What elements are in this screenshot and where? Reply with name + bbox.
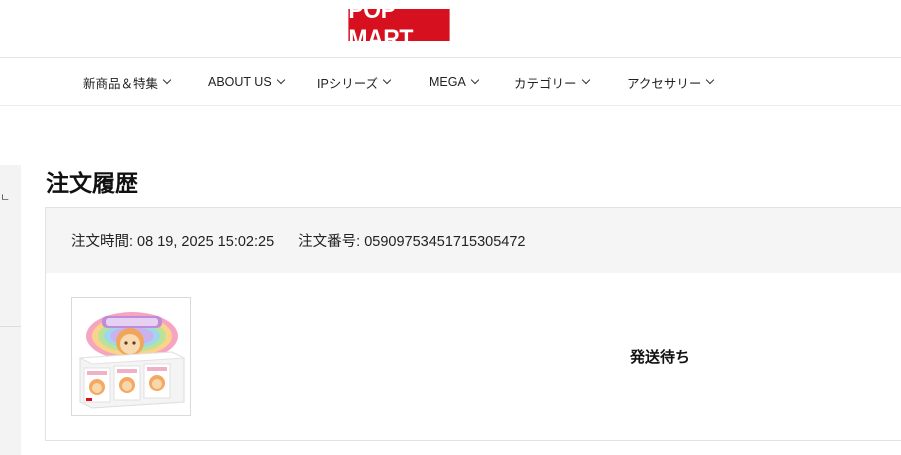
nav-item-new-features[interactable]: 新商品＆特集 (83, 58, 172, 106)
nav-item-label: ABOUT US (208, 75, 272, 89)
nav-item-category[interactable]: カテゴリー (514, 58, 590, 106)
chevron-down-icon (706, 75, 715, 85)
main-nav: 新商品＆特集 ABOUT US IPシリーズ MEGA カテゴリー アクセサリー (0, 58, 901, 106)
order-status: 発送待ち (630, 349, 691, 366)
nav-item-mega[interactable]: MEGA (429, 58, 480, 106)
order-header: 注文時間: 08 19, 2025 15:02:25 注文番号: 0590975… (46, 208, 901, 273)
side-menu-divider (0, 326, 21, 327)
order-card[interactable]: 注文時間: 08 19, 2025 15:02:25 注文番号: 0590975… (45, 207, 901, 441)
account-side-menu: ㄴ (0, 165, 21, 455)
nav-item-label: カテゴリー (514, 76, 577, 91)
chevron-down-icon (470, 75, 480, 85)
nav-item-label: IPシリーズ (317, 76, 379, 91)
chevron-down-icon (382, 75, 392, 85)
site-header: POP MART (0, 0, 901, 58)
chevron-down-icon (581, 75, 590, 85)
nav-item-accessories[interactable]: アクセサリー (627, 58, 715, 106)
chevron-down-icon (276, 75, 285, 85)
product-thumbnail[interactable] (71, 297, 191, 416)
nav-item-ip-series[interactable]: IPシリーズ (317, 58, 392, 106)
side-menu-marker: ㄴ (0, 192, 11, 204)
blind-box-display-image (78, 312, 186, 409)
chevron-down-icon (162, 75, 172, 85)
nav-item-label: アクセサリー (627, 76, 702, 91)
order-time: 注文時間: 08 19, 2025 15:02:25 (71, 234, 275, 250)
nav-item-label: MEGA (429, 75, 466, 89)
page-title: 注文履歴 (46, 170, 138, 196)
nav-item-label: 新商品＆特集 (83, 76, 159, 91)
nav-item-about-us[interactable]: ABOUT US (208, 58, 285, 106)
pop-mart-logo[interactable]: POP MART (348, 0, 450, 53)
order-number: 注文番号: 05909753451715305472 (298, 234, 526, 250)
